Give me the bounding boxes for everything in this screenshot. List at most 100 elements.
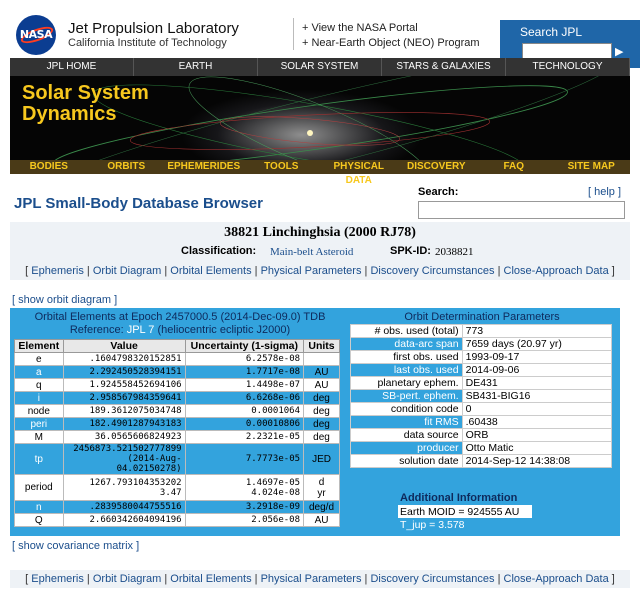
param-value: 1993-09-17 (461, 350, 613, 364)
table-row: data source ORB (350, 428, 613, 442)
link-physical-parameters[interactable]: Physical Parameters (261, 265, 362, 277)
show-covariance-matrix-link[interactable]: [ show covariance matrix ] (12, 540, 139, 552)
element-uncertainty: 2.056e-08 (184, 513, 305, 527)
banner-title-line2: Dynamics (22, 103, 117, 125)
link-close-approach-data[interactable]: Close-Approach Data (504, 265, 609, 277)
subnav-site-map[interactable]: SITE MAP (553, 160, 631, 174)
element-name: peri (14, 417, 64, 431)
subnav-physical-data[interactable]: PHYSICAL DATA (320, 160, 398, 186)
element-unit: d yr (303, 474, 340, 501)
nav-solar-system[interactable]: SOLAR SYSTEM (258, 58, 382, 76)
element-value: .2839580044755516 (62, 500, 186, 514)
param-value: 0 (461, 402, 613, 416)
table-row: tp 2456873.521502777899 (2014-Aug-04.021… (14, 443, 340, 475)
lab-title[interactable]: Jet Propulsion Laboratory (68, 20, 239, 37)
table-row: first obs. used 1993-09-17 (350, 350, 613, 364)
table-row: Q 2.660342604094196 2.056e-08 AU (14, 513, 340, 527)
help-link[interactable]: [ help ] (588, 186, 621, 198)
link-ephemeris[interactable]: Ephemeris (31, 265, 84, 277)
spk-id-label: SPK-ID: (390, 245, 431, 257)
additional-info-table: Earth MOID = 924555 AU T_jup = 3.578 (398, 505, 532, 531)
table-row: T_jup = 3.578 (398, 518, 532, 531)
col-uncertainty: Uncertainty (1-sigma) (184, 339, 305, 353)
subnav-faq[interactable]: FAQ (475, 160, 553, 174)
classification-value[interactable]: Main-belt Asteroid (270, 246, 353, 258)
banner-title-line1: Solar System (22, 82, 149, 104)
element-value: 2456873.521502777899 (2014-Aug-04.021502… (62, 443, 186, 475)
subnav-ephemerides[interactable]: EPHEMERIDES (165, 160, 243, 174)
table-row: e .1604798320152851 6.2578e-08 (14, 352, 340, 366)
jpl-search-input[interactable] (522, 43, 612, 59)
ssd-banner: Solar System Dynamics (10, 76, 630, 160)
table-row: i 2.958567984359641 6.6268e-06 deg (14, 391, 340, 405)
link-ephemeris[interactable]: Ephemeris (31, 573, 84, 585)
element-name: M (14, 430, 64, 444)
param-label: # obs. used (total) (350, 324, 463, 338)
param-label: solution date (350, 454, 463, 468)
element-value-line2: (2014-Aug-04.02150278) (116, 454, 182, 474)
element-unit: AU (303, 365, 340, 379)
element-uncertainty-line2: 4.024e-08 (251, 487, 301, 498)
link-orbit-diagram[interactable]: Orbit Diagram (93, 265, 161, 277)
site-header: NASA Jet Propulsion Laboratory Californi… (10, 10, 640, 68)
nav-jpl-home[interactable]: JPL HOME (10, 58, 134, 76)
reference-frame: (heliocentric ecliptic J2000) (157, 324, 291, 336)
param-label: SB-pert. ephem. (350, 389, 463, 403)
subnav-orbits[interactable]: ORBITS (88, 160, 166, 174)
nasa-logo[interactable]: NASA (16, 15, 56, 55)
param-value: 773 (461, 324, 613, 338)
element-unit: JED (303, 443, 340, 475)
element-value: .1604798320152851 (62, 352, 186, 366)
nasa-portal-link[interactable]: + View the NASA Portal (302, 22, 418, 34)
reference-jpl-link[interactable]: JPL 7 (127, 324, 155, 336)
param-label: first obs. used (350, 350, 463, 364)
param-label: last obs. used (350, 363, 463, 377)
nasa-logo-text: NASA (19, 28, 53, 41)
reference-label: Reference: (69, 324, 124, 336)
table-row: a 2.292450528394151 1.7717e-08 AU (14, 365, 340, 379)
search-go-icon[interactable]: ▶ (615, 45, 623, 58)
element-uncertainty: 1.7717e-08 (184, 365, 305, 379)
table-row: last obs. used 2014-09-06 (350, 363, 613, 377)
orbital-elements-table: Element Value Uncertainty (1-sigma) Unit… (14, 339, 340, 527)
element-unit: deg (303, 417, 340, 431)
table-row: M 36.0565606824923 2.2321e-05 deg (14, 430, 340, 444)
param-label: producer (350, 441, 463, 455)
nav-stars-galaxies[interactable]: STARS & GALAXIES (382, 58, 506, 76)
element-uncertainty: 2.2321e-05 (184, 430, 305, 444)
table-row: planetary ephem. DE431 (350, 376, 613, 390)
subnav-bodies[interactable]: BODIES (10, 160, 88, 174)
element-name: e (14, 352, 64, 366)
additional-info-title: Additional Information (400, 492, 518, 504)
element-uncertainty: 1.4498e-07 (184, 378, 305, 392)
neo-program-link[interactable]: + Near-Earth Object (NEO) Program (302, 37, 480, 49)
element-unit-line2: yr (317, 487, 326, 499)
link-orbit-diagram[interactable]: Orbit Diagram (93, 573, 161, 585)
subnav-tools[interactable]: TOOLS (243, 160, 321, 174)
element-value-line1: 2456873.521502777899 (73, 444, 182, 454)
link-orbital-elements[interactable]: Orbital Elements (170, 265, 251, 277)
param-label: planetary ephem. (350, 376, 463, 390)
element-value: 182.4901287943183 (62, 417, 186, 431)
page-title: JPL Small-Body Database Browser (14, 195, 263, 212)
element-uncertainty: 1.4697e-05 4.024e-08 (184, 474, 305, 501)
link-discovery-circumstances[interactable]: Discovery Circumstances (370, 265, 494, 277)
link-close-approach-data[interactable]: Close-Approach Data (504, 573, 609, 585)
element-uncertainty: 0.00010806 (184, 417, 305, 431)
lab-subtitle[interactable]: California Institute of Technology (68, 37, 227, 49)
orbital-elements-reference: Reference: JPL 7 (heliocentric ecliptic … (15, 324, 345, 336)
link-physical-parameters[interactable]: Physical Parameters (261, 573, 362, 585)
subnav-discovery[interactable]: DISCOVERY (398, 160, 476, 174)
link-discovery-circumstances[interactable]: Discovery Circumstances (370, 573, 494, 585)
sbdb-search-input[interactable] (418, 201, 625, 219)
element-unit: deg/d (303, 500, 340, 514)
nav-technology[interactable]: TECHNOLOGY (506, 58, 630, 76)
link-orbital-elements[interactable]: Orbital Elements (170, 573, 251, 585)
element-value: 189.3612075034748 (62, 404, 186, 418)
param-label: fit RMS (350, 415, 463, 429)
nav-earth[interactable]: EARTH (134, 58, 258, 76)
element-unit-line1: d (318, 476, 325, 488)
show-orbit-diagram-link[interactable]: [ show orbit diagram ] (12, 294, 117, 306)
element-name: node (14, 404, 64, 418)
t-jup: T_jup = 3.578 (398, 518, 532, 531)
